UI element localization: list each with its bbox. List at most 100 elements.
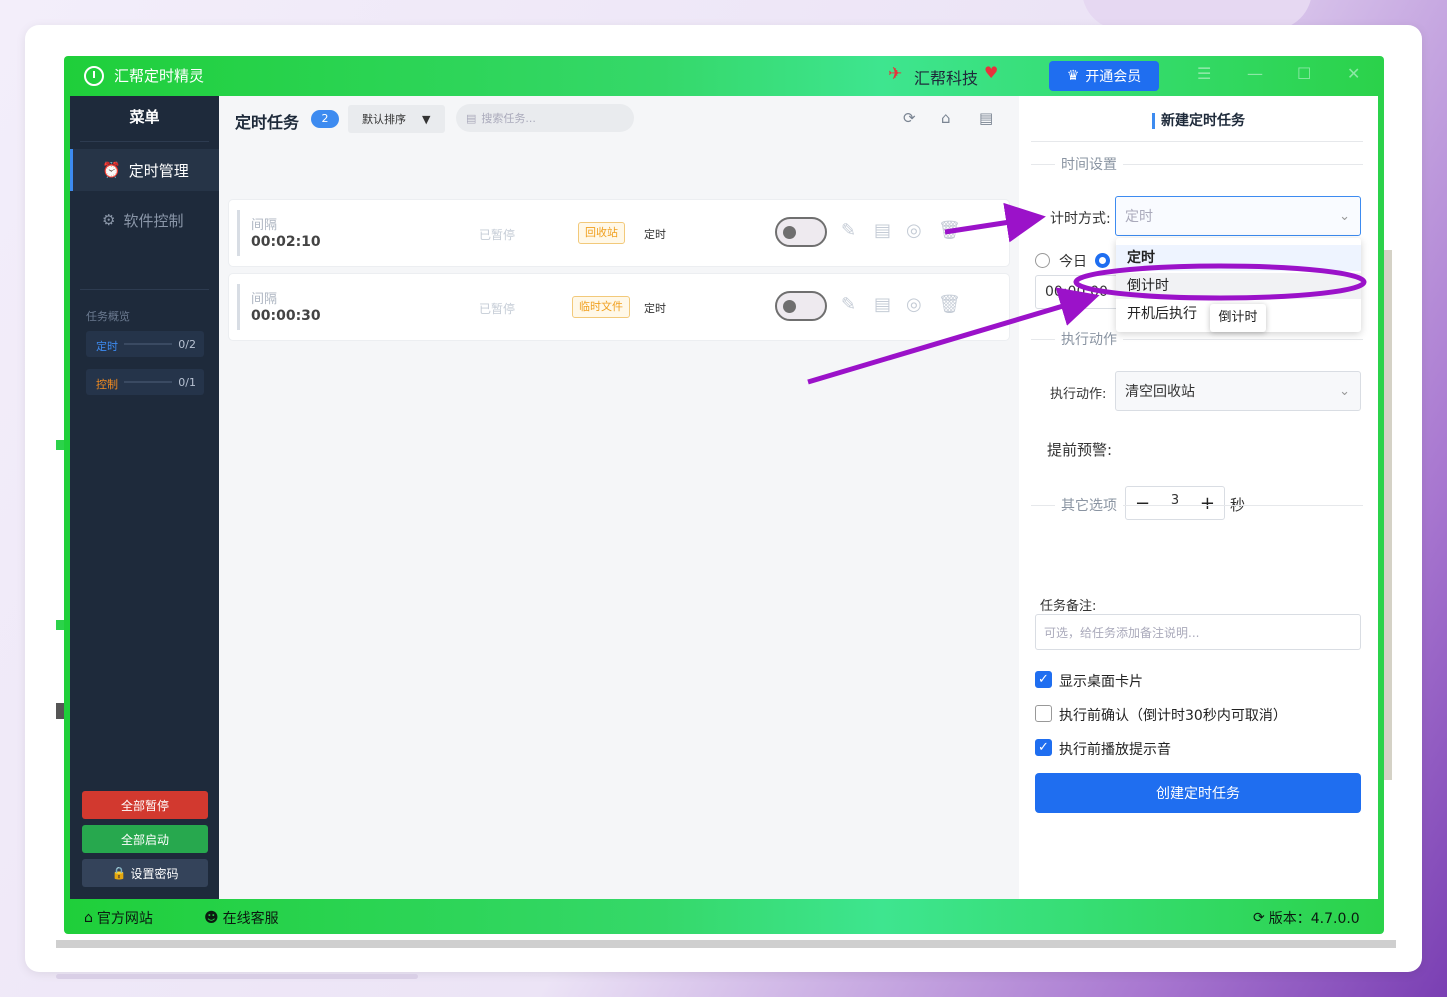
sound-checkbox[interactable]: ✓ bbox=[1035, 739, 1052, 756]
task-enable-toggle[interactable] bbox=[775, 291, 827, 321]
task-status: 已暂停 bbox=[479, 228, 516, 242]
run-icon[interactable]: ◎ bbox=[906, 294, 922, 315]
new-task-panel: 新建定时任务 时间设置 计时方式: 定时 ⌄ 今日 00:00:00 执行动作 … bbox=[1019, 96, 1378, 899]
timing-value: 定时 bbox=[1125, 209, 1153, 225]
app-logo-icon bbox=[84, 66, 104, 86]
edit-icon[interactable]: ✎ bbox=[841, 220, 856, 241]
sidebar-item-timer-management[interactable]: ⏰ 定时管理 bbox=[70, 149, 219, 191]
set-password-button[interactable]: 🔒 设置密码 bbox=[82, 859, 208, 887]
sort-dropdown[interactable]: 默认排序 ▼ bbox=[348, 105, 445, 133]
task-mode: 定时 bbox=[644, 302, 666, 315]
title-bar: 汇帮定时精灵 ✈ 汇帮科技 ♥ ♛ 开通会员 ☰ — ☐ ✕ bbox=[64, 56, 1384, 96]
app-title: 汇帮定时精灵 bbox=[114, 67, 205, 85]
divider bbox=[1031, 141, 1363, 142]
radio-date[interactable] bbox=[1095, 253, 1110, 268]
background-window-peek bbox=[56, 440, 64, 450]
show-card-label: 显示桌面卡片 bbox=[1059, 674, 1143, 690]
headset-icon: ☻ bbox=[204, 910, 219, 926]
confirm-label: 执行前确认（倒计时30秒内可取消） bbox=[1059, 708, 1287, 724]
warn-stepper[interactable]: − 3 + bbox=[1125, 486, 1225, 520]
vip-button[interactable]: ♛ 开通会员 bbox=[1049, 61, 1159, 91]
minimize-icon[interactable]: — bbox=[1247, 64, 1263, 83]
brand-logo-icon: ✈ bbox=[888, 64, 903, 84]
close-icon[interactable]: ✕ bbox=[1347, 64, 1360, 83]
support-label: 在线客服 bbox=[222, 911, 279, 927]
other-section-title: 其它选项 bbox=[1055, 495, 1123, 515]
sidebar-item-label: 软件控制 bbox=[123, 211, 184, 230]
page-title: 定时任务 bbox=[235, 113, 300, 132]
set-password-label: 设置密码 bbox=[130, 866, 179, 881]
version-label: 版本：4.7.0.0 bbox=[1268, 911, 1360, 927]
confirm-checkbox[interactable] bbox=[1035, 705, 1052, 722]
support-link[interactable]: ☻ 在线客服 bbox=[204, 908, 279, 928]
action-section-title: 执行动作 bbox=[1055, 329, 1123, 349]
refresh-icon[interactable]: ⟳ bbox=[903, 109, 916, 127]
sidebar-item-software-control[interactable]: ⚙ 软件控制 bbox=[70, 199, 219, 241]
task-time: 00:00:30 bbox=[251, 308, 321, 324]
sort-label: 默认排序 bbox=[362, 113, 406, 126]
version-info[interactable]: ⟳ 版本：4.7.0.0 bbox=[1253, 908, 1360, 928]
brand-name: 汇帮科技 bbox=[914, 69, 979, 88]
background-window-peek bbox=[1384, 250, 1392, 780]
log-icon[interactable]: ▤ bbox=[979, 109, 993, 127]
divider bbox=[80, 141, 209, 142]
copy-icon[interactable]: ▤ bbox=[874, 220, 891, 241]
delete-icon[interactable]: 🗑 bbox=[938, 220, 961, 241]
minus-icon[interactable]: − bbox=[1135, 493, 1150, 514]
task-enable-toggle[interactable] bbox=[775, 217, 827, 247]
warn-label: 提前预警: bbox=[1047, 441, 1113, 459]
gear-icon: ⚙ bbox=[102, 211, 116, 229]
overview-title: 任务概览 bbox=[86, 310, 130, 323]
panel-title-text: 新建定时任务 bbox=[1152, 113, 1245, 129]
task-action-tag: 回收站 bbox=[578, 222, 625, 244]
search-icon: ▤ bbox=[466, 111, 477, 125]
app-window: 汇帮定时精灵 ✈ 汇帮科技 ♥ ♛ 开通会员 ☰ — ☐ ✕ 菜单 ⏰ 定时管理… bbox=[64, 56, 1384, 934]
status-bar: ⌂ 官方网站 ☻ 在线客服 ⟳ 版本：4.7.0.0 bbox=[64, 899, 1384, 934]
time-value: 00:00:00 bbox=[1045, 284, 1108, 300]
note-input[interactable]: 可选，给任务添加备注说明... bbox=[1035, 614, 1361, 650]
search-input[interactable]: ▤ 搜索任务... bbox=[456, 104, 634, 132]
plus-icon[interactable]: + bbox=[1200, 493, 1215, 514]
overview-control-row: 控制 0/1 bbox=[86, 369, 204, 395]
time-section-title: 时间设置 bbox=[1055, 154, 1123, 174]
maximize-icon[interactable]: ☐ bbox=[1297, 64, 1311, 83]
action-label: 执行动作: bbox=[1050, 387, 1107, 402]
copy-icon[interactable]: ▤ bbox=[874, 294, 891, 315]
overview-label: 定时 bbox=[96, 340, 118, 353]
website-link[interactable]: ⌂ 官方网站 bbox=[84, 908, 153, 928]
create-task-button[interactable]: 创建定时任务 bbox=[1035, 773, 1361, 813]
delete-icon[interactable]: 🗑 bbox=[938, 294, 961, 315]
run-icon[interactable]: ◎ bbox=[906, 220, 922, 241]
overview-progress-bar bbox=[124, 381, 172, 383]
divider bbox=[80, 289, 209, 290]
radio-today[interactable] bbox=[1035, 253, 1050, 268]
background-shadow bbox=[56, 974, 418, 979]
note-placeholder: 可选，给任务添加备注说明... bbox=[1044, 625, 1200, 640]
start-all-button[interactable]: 全部启动 bbox=[82, 825, 208, 853]
task-type: 间隔 bbox=[251, 218, 278, 233]
home-icon: ⌂ bbox=[84, 910, 93, 926]
sound-label: 执行前播放提示音 bbox=[1059, 742, 1171, 758]
import-icon[interactable]: ⌂ bbox=[941, 109, 951, 127]
time-input[interactable]: 00:00:00 bbox=[1035, 275, 1125, 309]
pause-all-button[interactable]: 全部暂停 bbox=[82, 791, 208, 819]
tooltip: 倒计时 bbox=[1210, 304, 1266, 332]
edit-icon[interactable]: ✎ bbox=[841, 294, 856, 315]
dropdown-option-countdown[interactable]: 倒计时 bbox=[1116, 273, 1361, 299]
search-placeholder: 搜索任务... bbox=[481, 112, 536, 125]
caret-down-icon: ▼ bbox=[422, 112, 431, 126]
timing-select[interactable]: 定时 ⌄ bbox=[1115, 196, 1361, 236]
background-window-strip bbox=[56, 940, 1396, 948]
task-status: 已暂停 bbox=[479, 302, 516, 316]
task-card[interactable]: 间隔 00:00:30 已暂停 临时文件 定时 ✎ ▤ ◎ 🗑 bbox=[229, 274, 1009, 340]
timing-label: 计时方式: bbox=[1050, 211, 1111, 227]
menu-icon[interactable]: ☰ bbox=[1197, 64, 1211, 83]
overview-timer-row: 定时 0/2 bbox=[86, 331, 204, 357]
action-select[interactable]: 清空回收站 ⌄ bbox=[1115, 371, 1361, 411]
dropdown-option-timer[interactable]: 定时 bbox=[1116, 245, 1361, 271]
heart-icon: ♥ bbox=[984, 63, 999, 82]
background-window-peek bbox=[56, 703, 64, 719]
alarm-clock-icon: ⏰ bbox=[102, 161, 121, 179]
task-card[interactable]: 间隔 00:02:10 已暂停 回收站 定时 ✎ ▤ ◎ 🗑 bbox=[229, 200, 1009, 266]
show-card-checkbox[interactable]: ✓ bbox=[1035, 671, 1052, 688]
